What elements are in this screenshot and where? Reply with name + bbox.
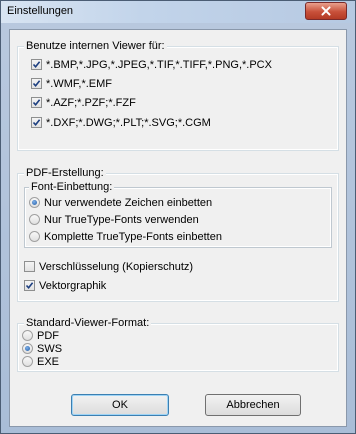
viewer-group-label: Benutze internen Viewer für: [24,39,167,53]
radio-selected-dot [32,200,37,205]
pdf-group: PDF-Erstellung: Font-Einbettung: Nur ver… [17,166,339,302]
check-icon [32,119,41,127]
checkbox[interactable] [31,117,42,128]
checkbox[interactable] [31,59,42,70]
dialog-content: Benutze internen Viewer für: *.BMP,*.JPG… [9,29,347,427]
checkbox-label: *.DXF;*.DWG;*.PLT;*.SVG;*.CGM [46,117,211,129]
radio-label: EXE [37,356,60,368]
radio-button[interactable] [22,330,33,341]
title-bar[interactable]: Einstellungen [1,1,355,23]
cancel-button[interactable]: Abbrechen [205,394,301,416]
checkbox-label: *.WMF,*.EMF [46,78,112,90]
radio-button[interactable] [29,231,40,242]
radio-button[interactable] [22,356,33,367]
pdf-group-label: PDF-Erstellung: [24,166,106,180]
close-button[interactable] [305,2,347,20]
checkbox-label: Vektorgraphik [39,280,107,292]
checkbox[interactable] [24,280,35,291]
format-group: Standard-Viewer-Format: PDF SWS EXE [17,316,339,372]
checkbox-label: *.AZF;*.PZF;*.FZF [46,97,136,109]
close-icon [321,6,331,16]
checkbox[interactable] [31,97,42,108]
viewer-group: Benutze internen Viewer für: *.BMP,*.JPG… [17,39,339,151]
window-title: Einstellungen [7,5,74,17]
check-icon [32,99,41,107]
format-group-label: Standard-Viewer-Format: [24,316,152,330]
check-icon [25,282,34,290]
checkbox-label: Verschlüsselung (Kopierschutz) [39,261,194,273]
radio-button[interactable] [22,343,33,354]
radio-label: Komplette TrueType-Fonts einbetten [44,231,222,243]
settings-window: Einstellungen Benutze internen Viewer fü… [0,0,356,434]
ok-button[interactable]: OK [71,394,169,416]
radio-label: SWS [37,343,63,355]
checkbox-label: *.BMP,*.JPG,*.JPEG,*.TIF,*.TIFF,*.PNG,*.… [46,59,272,71]
check-icon [32,61,41,69]
radio-button[interactable] [29,214,40,225]
radio-label: Nur verwendete Zeichen einbetten [44,197,213,209]
font-embedding-label: Font-Einbettung: [29,180,115,194]
radio-label: Nur TrueType-Fonts verwenden [44,214,199,226]
font-embedding-group: Font-Einbettung: Nur verwendete Zeichen … [24,180,332,248]
check-icon [32,80,41,88]
radio-button[interactable] [29,197,40,208]
checkbox[interactable] [31,78,42,89]
radio-selected-dot [25,346,30,351]
radio-label: PDF [37,330,59,342]
checkbox[interactable] [24,261,35,272]
